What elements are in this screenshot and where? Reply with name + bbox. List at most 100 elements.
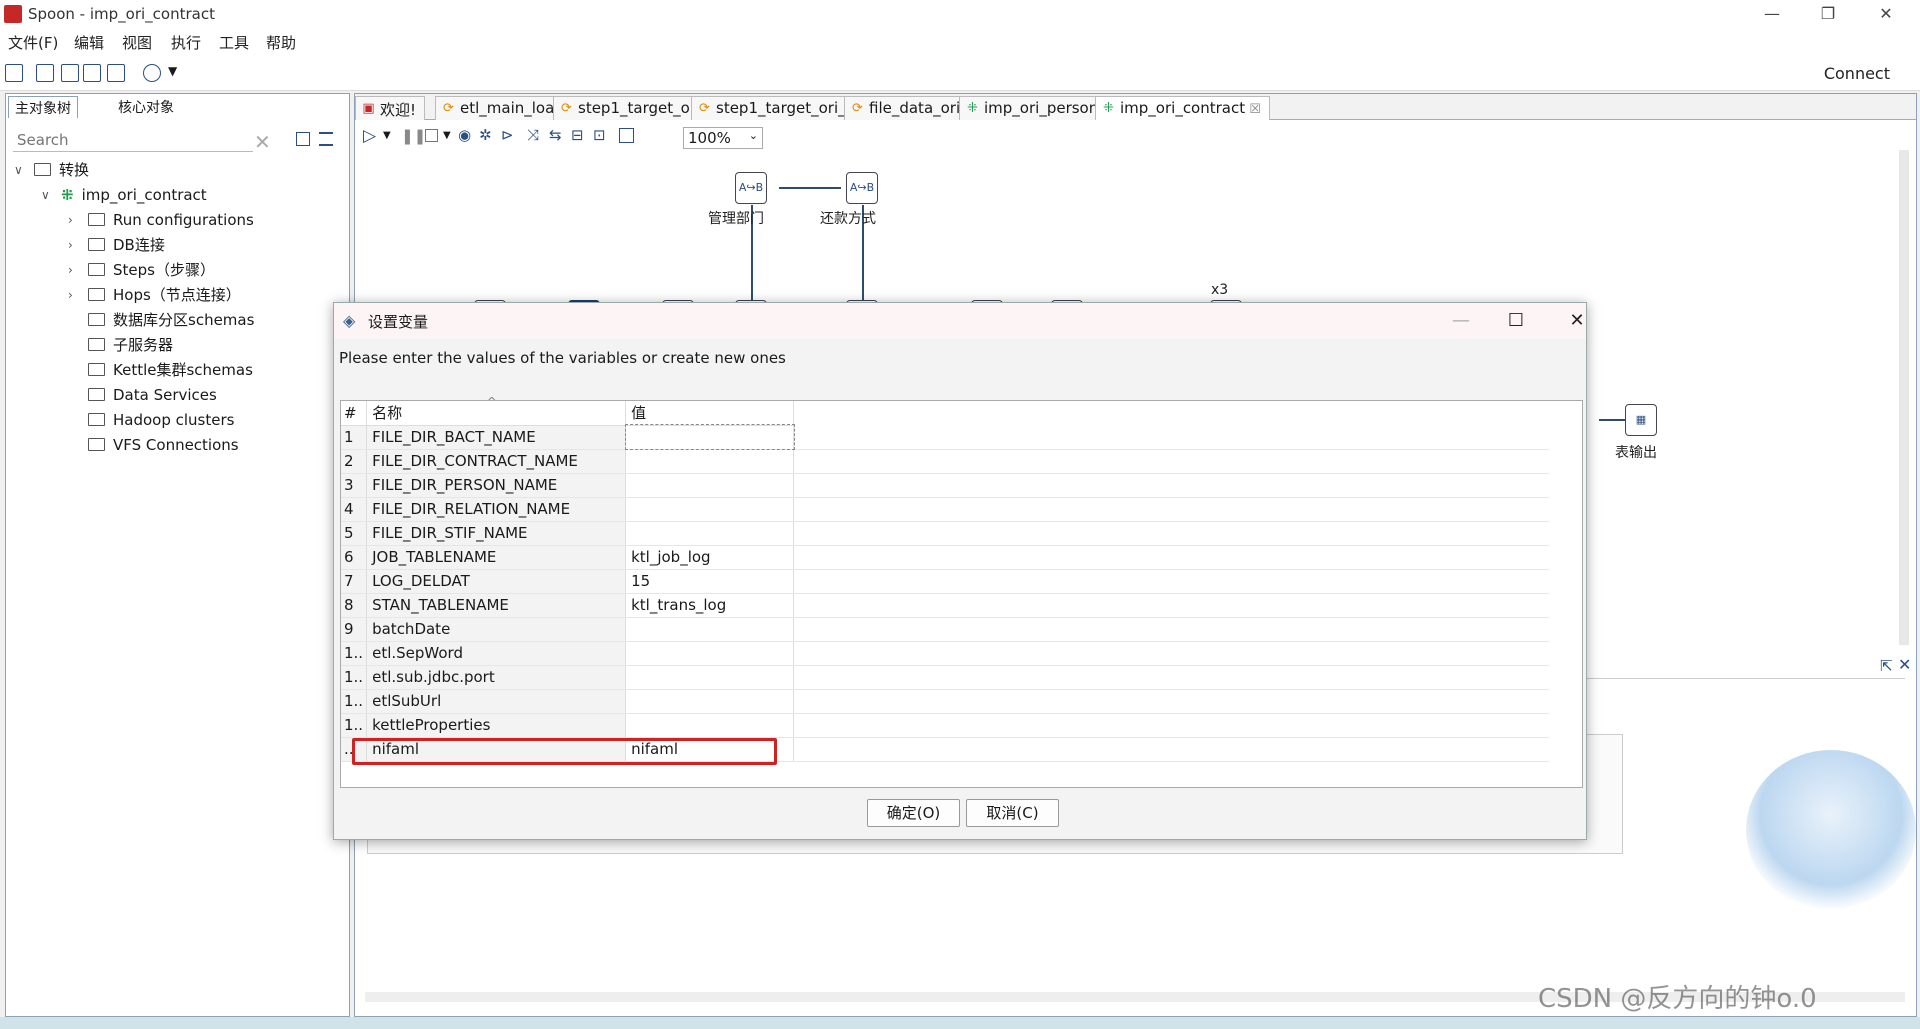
explore-repository-icon[interactable] — [61, 64, 79, 82]
minimize-button[interactable]: — — [1744, 0, 1800, 29]
tree-item[interactable]: Kettle集群schemas — [14, 357, 344, 382]
table-row[interactable]: 9 batchDate — [341, 617, 1549, 642]
table-row[interactable]: 8 STAN_TABLENAME ktl_trans_log — [341, 593, 1549, 618]
save-as-icon[interactable] — [107, 64, 125, 82]
stop-dropdown-icon[interactable]: ▼ — [443, 130, 451, 141]
run-dropdown-icon[interactable]: ▼ — [383, 130, 391, 141]
variable-value-cell[interactable] — [624, 424, 795, 450]
layers-icon[interactable] — [143, 64, 161, 82]
editor-tab[interactable]: ⁜ imp_ori_contract ☒ — [1095, 96, 1270, 120]
table-row[interactable]: 5 FILE_DIR_STIF_NAME — [341, 521, 1549, 546]
table-row[interactable]: 1 FILE_DIR_BACT_NAME — [341, 424, 1549, 450]
chevron-right-icon[interactable]: › — [68, 238, 82, 252]
cancel-button[interactable]: 取消(C) — [966, 799, 1059, 827]
table-row[interactable]: 2 FILE_DIR_CONTRACT_NAME — [341, 449, 1549, 474]
table-row[interactable]: 3 FILE_DIR_PERSON_NAME — [341, 473, 1549, 498]
restore-button[interactable]: ❐ — [1800, 0, 1856, 29]
variable-value-cell[interactable] — [625, 473, 795, 498]
explore-db-icon[interactable]: ⊡ — [593, 126, 606, 144]
menu-run[interactable]: 执行 — [171, 32, 201, 53]
run-icon[interactable]: ▷ — [363, 126, 376, 146]
menu-file[interactable]: 文件(F) — [8, 32, 58, 53]
chevron-right-icon[interactable]: › — [68, 263, 82, 277]
connect-button[interactable]: Connect — [1824, 64, 1890, 83]
variable-value-cell[interactable]: 15 — [625, 569, 795, 594]
variable-name-cell[interactable]: FILE_DIR_BACT_NAME — [366, 425, 627, 450]
variable-name-cell[interactable]: LOG_DELDAT — [366, 569, 627, 594]
close-tab-icon[interactable]: ☒ — [1245, 102, 1261, 117]
tree-item[interactable]: ∨ 转换 — [14, 157, 344, 182]
editor-tab[interactable]: ⟳ file_data_ori — [844, 96, 970, 120]
close-window-button[interactable]: ✕ — [1858, 0, 1914, 29]
variable-name-cell[interactable]: batchDate — [366, 617, 627, 642]
impact-icon[interactable]: ⇆ — [549, 126, 562, 144]
tree-item[interactable]: › Run configurations — [14, 207, 344, 232]
pause-icon[interactable]: ❚❚ — [401, 127, 426, 145]
variable-name-cell[interactable]: etl.SepWord — [366, 641, 627, 666]
menu-edit[interactable]: 编辑 — [74, 32, 104, 53]
table-row[interactable]: 7 LOG_DELDAT 15 — [341, 569, 1549, 594]
editor-tab[interactable]: ⟳ step1_target_ori — [553, 96, 710, 120]
tree-item[interactable]: Hadoop clusters — [14, 407, 344, 432]
variable-value-cell[interactable] — [625, 641, 795, 666]
new-file-icon[interactable] — [5, 64, 23, 82]
variable-name-cell[interactable]: FILE_DIR_CONTRACT_NAME — [366, 449, 627, 474]
clear-search-icon[interactable]: ✕ — [254, 130, 271, 154]
variable-value-cell[interactable]: ktl_trans_log — [625, 593, 795, 618]
editor-tab[interactable]: ▣ 欢迎! — [355, 96, 426, 120]
collapse-all-icon[interactable] — [296, 132, 310, 146]
col-value-header[interactable]: 值 — [625, 401, 795, 426]
editor-tab[interactable]: ⁜ imp_ori_person — [959, 96, 1108, 120]
variable-name-cell[interactable]: FILE_DIR_PERSON_NAME — [366, 473, 627, 498]
chevron-right-icon[interactable]: › — [68, 288, 82, 302]
tree-item[interactable]: › Steps（步骤） — [14, 257, 344, 282]
tab-core-objects[interactable]: 核心对象 — [112, 96, 180, 118]
editor-tab[interactable]: ⟳ step1_target_ori_... — [691, 96, 869, 120]
variable-value-cell[interactable] — [625, 665, 795, 690]
tree-item[interactable]: 数据库分区schemas — [14, 307, 344, 332]
dialog-minimize-button[interactable]: — — [1441, 307, 1481, 335]
variable-name-cell[interactable]: JOB_TABLENAME — [366, 545, 627, 570]
expand-all-icon[interactable] — [319, 132, 333, 146]
chevron-right-icon[interactable]: › — [68, 213, 82, 227]
variable-value-cell[interactable]: ktl_job_log — [625, 545, 795, 570]
close-panel-icon[interactable]: ✕ — [1898, 655, 1911, 674]
stop-icon[interactable] — [425, 129, 438, 142]
variable-name-cell[interactable]: FILE_DIR_STIF_NAME — [366, 521, 627, 546]
table-row[interactable]: 1.. etlSubUrl — [341, 689, 1549, 714]
repay-mapper-step[interactable]: A↪B — [846, 172, 878, 204]
save-icon[interactable] — [83, 64, 101, 82]
variable-value-cell[interactable] — [625, 497, 795, 522]
dept-mapper-step[interactable]: A↪B — [735, 172, 767, 204]
variable-name-cell[interactable]: FILE_DIR_RELATION_NAME — [366, 497, 627, 522]
col-name-header[interactable]: 名称 ^ — [366, 395, 627, 426]
maximize-panel-icon[interactable]: ⇱ — [1880, 657, 1893, 675]
preview-icon[interactable]: ◉ — [458, 126, 471, 144]
tree-item[interactable]: ∨ ⁜ imp_ori_contract — [14, 182, 344, 207]
variable-value-cell[interactable] — [625, 521, 795, 546]
hop[interactable] — [1599, 419, 1625, 421]
table-row[interactable]: 1.. etl.SepWord — [341, 641, 1549, 666]
menu-view[interactable]: 视图 — [122, 32, 152, 53]
variable-value-cell[interactable] — [625, 689, 795, 714]
variable-value-cell[interactable] — [625, 449, 795, 474]
chevron-down-icon[interactable]: ∨ — [41, 188, 55, 202]
menu-tools[interactable]: 工具 — [219, 32, 249, 53]
canvas-scrollbar[interactable] — [1899, 150, 1909, 645]
table-row[interactable]: 4 FILE_DIR_RELATION_NAME — [341, 497, 1549, 522]
variable-value-cell[interactable] — [625, 617, 795, 642]
dialog-close-button[interactable]: ✕ — [1557, 307, 1597, 335]
variable-name-cell[interactable]: STAN_TABLENAME — [366, 593, 627, 618]
debug-icon[interactable]: ✲ — [479, 126, 492, 144]
dialog-maximize-button[interactable]: ☐ — [1496, 307, 1536, 335]
tree-item[interactable]: 子服务器 — [14, 332, 344, 357]
table-row[interactable]: 1.. kettleProperties — [341, 713, 1549, 738]
open-file-icon[interactable] — [36, 64, 54, 82]
variable-value-cell[interactable] — [625, 713, 795, 738]
tree-item[interactable]: VFS Connections — [14, 432, 344, 457]
tree-item[interactable]: › Hops（节点连接） — [14, 282, 344, 307]
replay-icon[interactable]: ⊳ — [501, 126, 514, 144]
ok-button[interactable]: 确定(O) — [867, 799, 960, 827]
search-input[interactable] — [13, 128, 253, 152]
table-output-step[interactable]: ▦ — [1625, 404, 1657, 436]
